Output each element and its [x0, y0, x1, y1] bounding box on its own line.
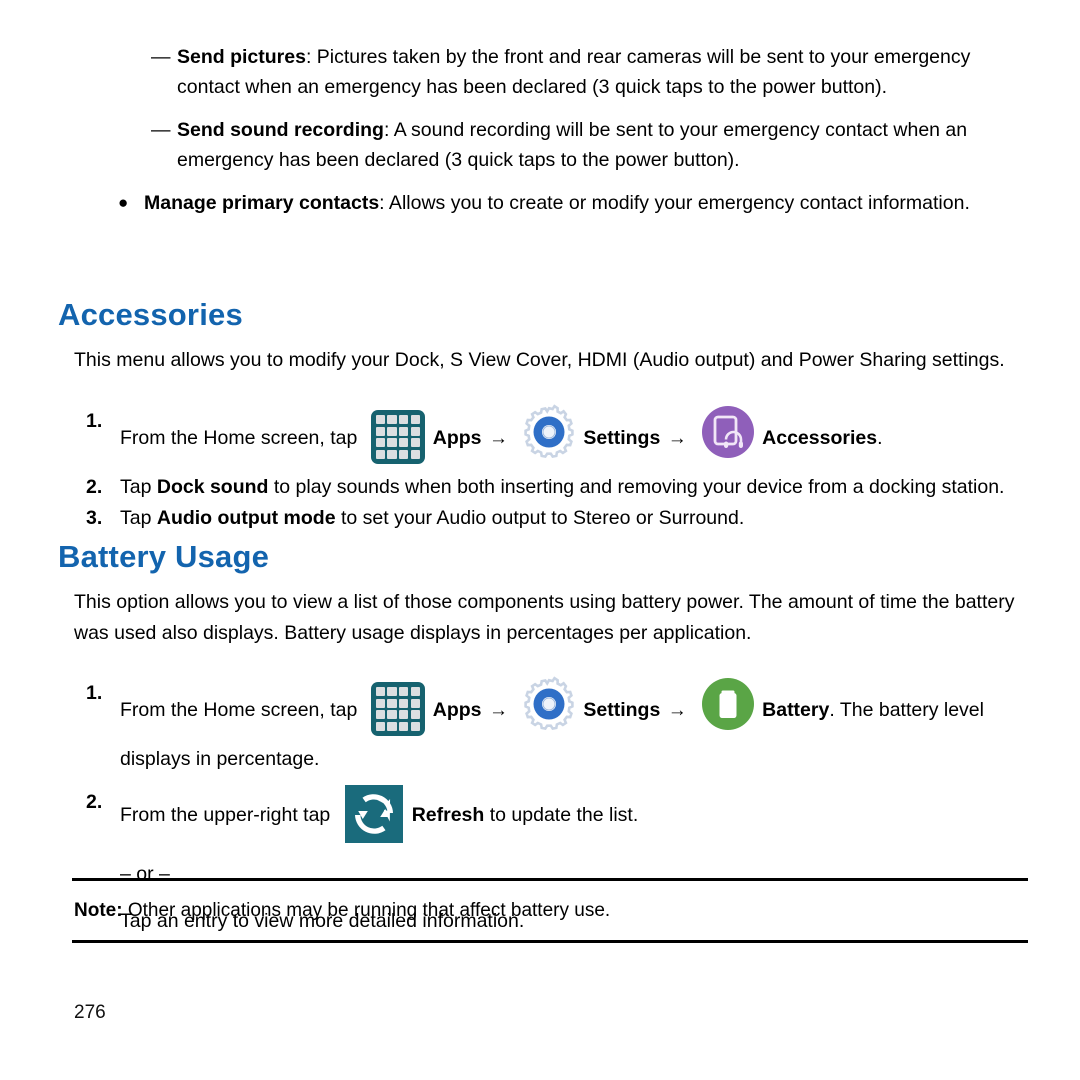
round-bullet-icon: ●	[118, 193, 129, 212]
step-number: 1.	[86, 682, 103, 704]
accessories-steps-list: 1. From the Home screen, tap Apps → Sett…	[86, 404, 1040, 534]
step-item: 1. From the Home screen, tap Apps → Sett…	[86, 404, 1040, 472]
dash-bullet-icon: —	[151, 119, 171, 141]
refresh-icon[interactable]	[336, 785, 412, 843]
emergency-mode-options-list: — Send pictures: Pictures taken by the f…	[118, 42, 1028, 226]
step-text: From the upper-right tap Refresh to upda…	[120, 785, 1040, 845]
step-tail-text: .	[877, 427, 883, 450]
step-item: 3. Tap Audio output mode to set your Aud…	[86, 503, 1040, 534]
step-lead-text: From the Home screen, tap	[120, 427, 363, 450]
step-item: 1. From the Home screen, tap Apps → Sett…	[86, 676, 1040, 775]
battery-target-label: Battery	[762, 699, 830, 722]
settings-label: Settings	[583, 699, 661, 722]
note-text: Other applications may be running that a…	[122, 900, 611, 921]
note-top-divider	[72, 878, 1028, 881]
note-block: Note: Other applications may be running …	[74, 897, 1028, 925]
or-separator: – or –	[120, 863, 170, 885]
step-text: Tap Audio output mode to set your Audio …	[120, 503, 1040, 534]
list-item-term: Send pictures	[177, 46, 306, 68]
section-heading-battery-usage: Battery Usage	[58, 539, 270, 574]
battery-intro-paragraph: This option allows you to view a list of…	[74, 591, 1015, 644]
page-number: 276	[74, 1002, 106, 1023]
apps-label: Apps	[432, 427, 482, 450]
step-item: 2. Tap Dock sound to play sounds when bo…	[86, 472, 1040, 503]
step-number: 2.	[86, 791, 103, 813]
step-post-text: to set your Audio output to Stereo or Su…	[335, 507, 745, 529]
list-item-body: Manage primary contacts: Allows you to c…	[144, 188, 1028, 218]
step-post-text: to play sounds when both inserting and r…	[268, 476, 1005, 498]
dash-bullet-icon: —	[151, 46, 171, 68]
list-item-term: Manage primary contacts	[144, 192, 380, 214]
list-item: ● Manage primary contacts: Allows you to…	[118, 188, 1028, 218]
arrow-right-icon: →	[488, 428, 508, 450]
refresh-label: Refresh	[411, 804, 485, 827]
list-item-term: Send sound recording	[177, 119, 384, 141]
arrow-right-icon: →	[667, 700, 687, 722]
gear-icon[interactable]	[515, 676, 583, 742]
step-lead-text: From the Home screen, tap	[120, 699, 363, 722]
note-label: Note:	[74, 900, 123, 921]
apps-grid-icon[interactable]	[363, 410, 433, 464]
accessories-target-label: Accessories	[762, 427, 878, 450]
dock-sound-setting-name: Dock sound	[156, 476, 269, 498]
manual-page: — Send pictures: Pictures taken by the f…	[0, 0, 1080, 1080]
apps-label: Apps	[432, 699, 482, 722]
arrow-right-icon: →	[488, 700, 508, 722]
gear-icon[interactable]	[515, 404, 583, 470]
arrow-right-icon: →	[667, 428, 687, 450]
step-text: From the Home screen, tap Apps → Setting…	[120, 404, 1040, 472]
step-tail-text: to update the list.	[484, 804, 639, 827]
accessories-intro-paragraph: This menu allows you to modify your Dock…	[74, 349, 1005, 371]
list-item-text: Allows you to create or modify your emer…	[384, 192, 970, 214]
battery-icon[interactable]	[694, 678, 762, 740]
step-text: From the Home screen, tap Apps → Setting…	[120, 676, 1040, 775]
list-item: — Send pictures: Pictures taken by the f…	[151, 42, 1028, 102]
step-number: 3.	[86, 507, 103, 529]
settings-label: Settings	[583, 427, 661, 450]
accessories-icon[interactable]	[694, 406, 762, 468]
step-number: 2.	[86, 476, 103, 498]
step-text: Tap Dock sound to play sounds when both …	[120, 472, 1040, 503]
apps-grid-icon[interactable]	[363, 682, 433, 736]
step-number: 1.	[86, 410, 103, 432]
list-item-body: Send pictures: Pictures taken by the fro…	[177, 42, 1028, 102]
note-bottom-divider	[72, 940, 1028, 943]
audio-output-mode-setting-name: Audio output mode	[156, 507, 336, 529]
step-item: 2. From the upper-right tap Refresh to u…	[86, 785, 1040, 845]
section-heading-accessories: Accessories	[58, 297, 243, 332]
step-lead-text: From the upper-right tap	[120, 804, 336, 827]
list-item: — Send sound recording: A sound recordin…	[151, 115, 1028, 175]
list-item-body: Send sound recording: A sound recording …	[177, 115, 1028, 175]
step-pre-text: Tap	[120, 476, 157, 498]
step-pre-text: Tap	[120, 507, 157, 529]
